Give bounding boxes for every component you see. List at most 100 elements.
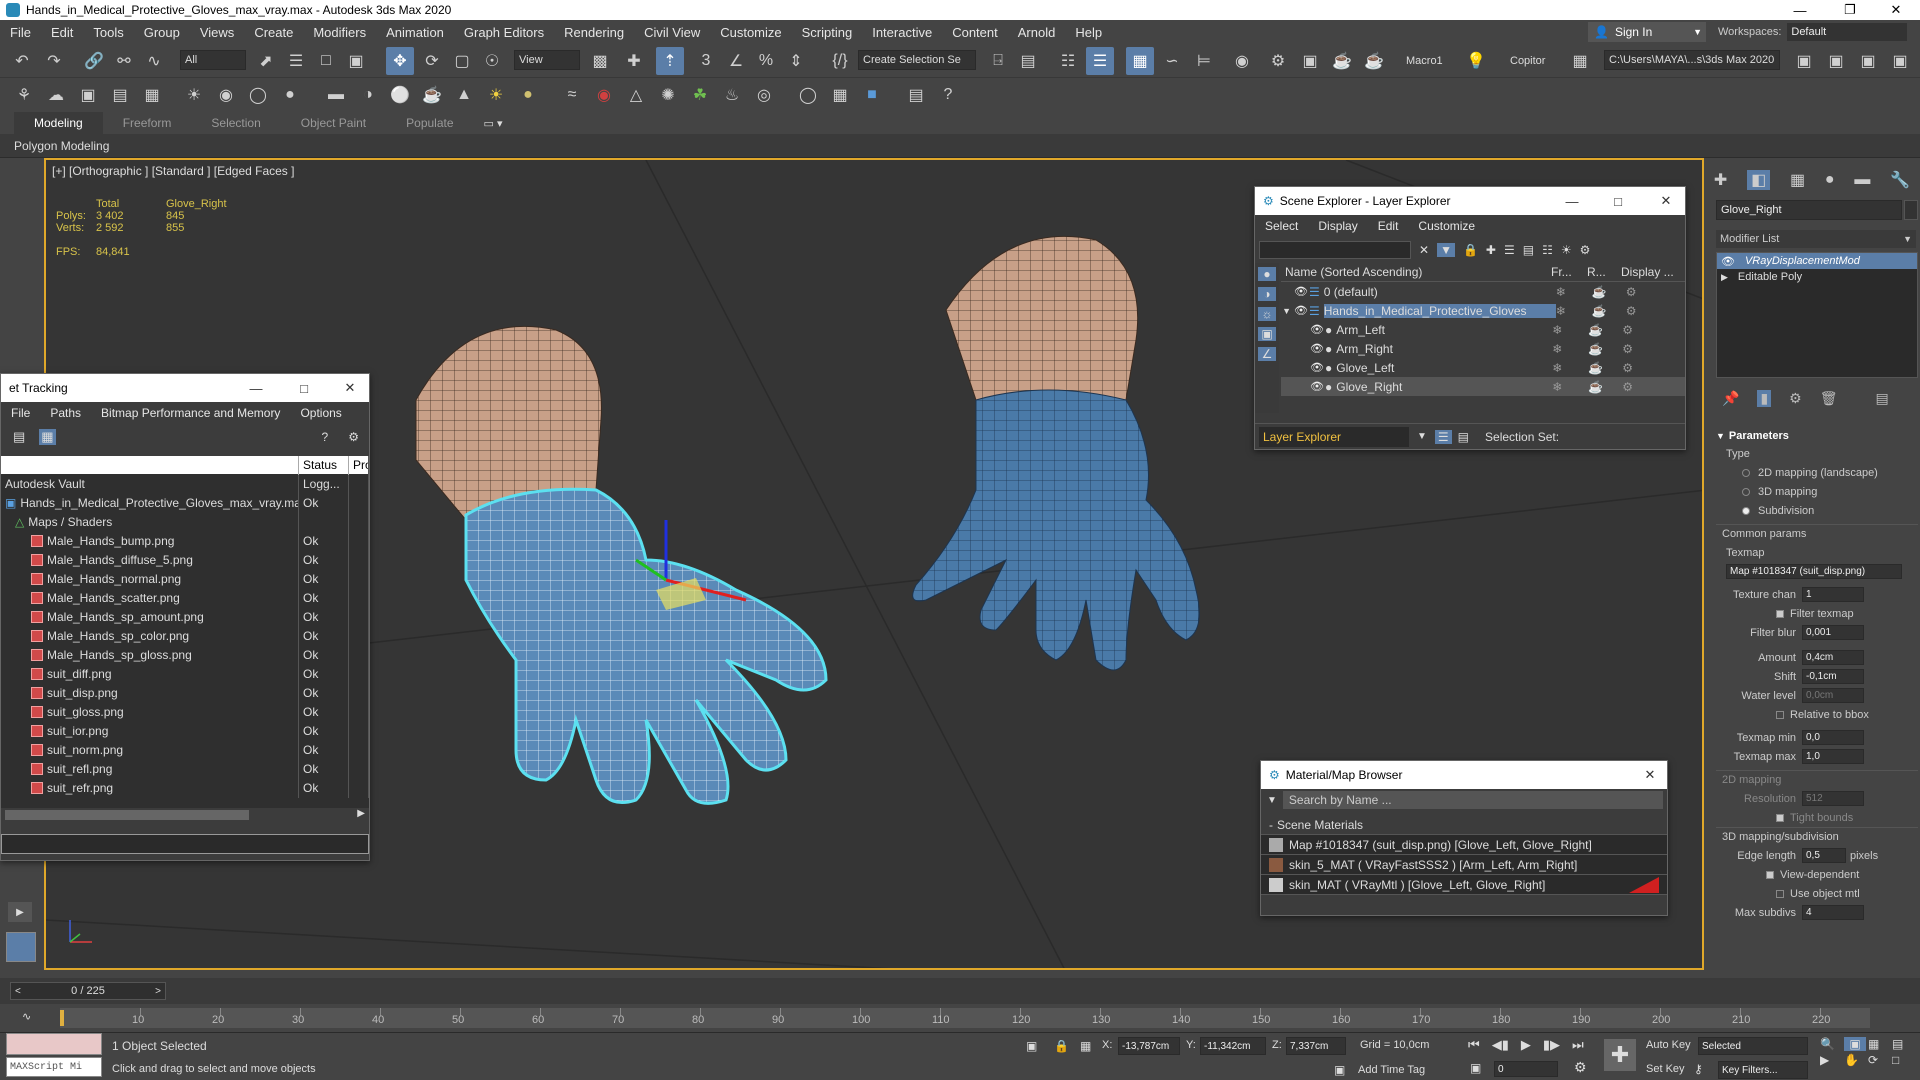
display-geometry-icon[interactable]: ◑: [1258, 287, 1276, 301]
isolate-icon[interactable]: ▣: [1026, 1039, 1037, 1053]
collapse-icon[interactable]: -: [1269, 818, 1273, 832]
workspaces-dropdown[interactable]: Default: [1787, 23, 1908, 41]
maps-group-row[interactable]: △ Maps / Shaders: [1, 512, 369, 532]
maxscript-listener[interactable]: [6, 1033, 102, 1055]
freeze-toggle-icon[interactable]: ❄: [1556, 285, 1592, 299]
ribbon-tab[interactable]: Object Paint: [281, 112, 386, 134]
project-path-dropdown[interactable]: C:\Users\MAYA\...s\3ds Max 2020: [1604, 50, 1780, 70]
teapot-icon[interactable]: ☕: [418, 81, 446, 109]
volume-icon[interactable]: ◎: [750, 81, 778, 109]
lock-icon[interactable]: 🔒: [1463, 243, 1478, 257]
restore-icon[interactable]: ❐: [1830, 0, 1870, 20]
menu-item[interactable]: Scripting: [792, 25, 863, 40]
filter-texmap-checkbox[interactable]: [1776, 609, 1784, 618]
link-icon[interactable]: 🔗: [80, 47, 108, 75]
proxy-icon[interactable]: △: [622, 81, 650, 109]
grid-icon[interactable]: ▦: [138, 81, 166, 109]
glove-right-mesh[interactable]: [464, 487, 828, 805]
max-subdivs-spinner[interactable]: 4: [1802, 905, 1864, 920]
type-option[interactable]: 3D mapping: [1716, 482, 1918, 501]
display-toggle-icon[interactable]: ⚙: [1626, 285, 1637, 299]
modify-tab-icon[interactable]: ◧: [1747, 170, 1771, 190]
y-coordinate-field[interactable]: -11,342cm: [1200, 1037, 1266, 1055]
current-frame-field[interactable]: 0: [1494, 1061, 1558, 1077]
env-fog-icon[interactable]: ♨: [718, 81, 746, 109]
eye-icon[interactable]: 👁: [1309, 380, 1325, 393]
help-icon[interactable]: ?: [934, 81, 962, 109]
time-tag-icon[interactable]: ▣: [1334, 1063, 1345, 1077]
expand-arrow-icon[interactable]: ▼: [1281, 306, 1293, 316]
explorer-type-dropdown[interactable]: Layer Explorer: [1259, 426, 1409, 447]
display-lights-icon[interactable]: ☼: [1258, 307, 1276, 321]
zoom-extents-icon[interactable]: ▦: [1868, 1037, 1890, 1051]
stack-item-editable-poly[interactable]: ▶ Editable Poly: [1717, 269, 1917, 285]
asset-file-row[interactable]: suit_norm.png Ok: [1, 740, 369, 760]
freeze-toggle-icon[interactable]: ❄: [1552, 323, 1588, 337]
render-toggle-icon[interactable]: ☕: [1588, 380, 1622, 394]
asset-menu-item[interactable]: File: [1, 406, 40, 420]
eye-icon[interactable]: 👁: [1309, 342, 1325, 355]
material-search-input[interactable]: Search by Name ...: [1282, 791, 1663, 809]
asset-file-row[interactable]: Male_Hands_normal.png Ok: [1, 569, 369, 589]
display-toggle-icon[interactable]: ⚙: [1622, 342, 1633, 356]
render-setup-icon[interactable]: ⚙: [1264, 47, 1292, 75]
auto-key-button[interactable]: Auto Key: [1646, 1039, 1691, 1051]
time-config-icon[interactable]: ⚙: [1574, 1059, 1587, 1076]
add-time-tag-label[interactable]: Add Time Tag: [1358, 1064, 1425, 1076]
material-item[interactable]: skin_5_MAT ( VRayFastSSS2 ) [Arm_Left, A…: [1261, 855, 1667, 875]
redo-icon[interactable]: ↷: [40, 47, 68, 75]
asset-menu-item[interactable]: Options: [290, 406, 351, 420]
ribbon-toggle-icon[interactable]: ▦: [1126, 47, 1154, 75]
menu-item[interactable]: Content: [942, 25, 1008, 40]
time-slider-thumb[interactable]: < 0 / 225 >: [10, 982, 166, 1000]
filter-icon[interactable]: ▼: [1437, 243, 1455, 257]
orbit-icon[interactable]: ⟳: [1868, 1053, 1890, 1067]
vault-row[interactable]: Autodesk Vault Logg...: [1, 474, 369, 494]
shift-spinner[interactable]: -0,1cm: [1802, 669, 1864, 684]
arm-right-mesh[interactable]: [945, 235, 1139, 406]
manipulate-icon[interactable]: ✚: [620, 47, 648, 75]
asset-file-row[interactable]: Male_Hands_sp_color.png Ok: [1, 626, 369, 646]
material-editor-icon[interactable]: ◉: [1228, 47, 1256, 75]
rendered-frame-icon[interactable]: ▣: [1296, 47, 1324, 75]
render-toggle-icon[interactable]: ☕: [1592, 285, 1626, 299]
image-icon[interactable]: ▣: [74, 81, 102, 109]
display-tab-icon[interactable]: ▬: [1854, 171, 1870, 189]
ribbon-tab[interactable]: Selection: [191, 112, 280, 134]
explorer-menu-item[interactable]: Edit: [1368, 219, 1409, 233]
explorer-menu-item[interactable]: Customize: [1408, 219, 1485, 233]
explorer-menu-item[interactable]: Display: [1308, 219, 1367, 233]
expand-icon[interactable]: ▶: [1721, 272, 1728, 283]
material-browser-title-bar[interactable]: ⚙ Material/Map Browser ✕: [1261, 761, 1667, 789]
fov-icon[interactable]: ▶: [1820, 1053, 1842, 1067]
add-layer-icon[interactable]: ✚: [1486, 243, 1496, 257]
view-dependent-checkbox[interactable]: [1766, 870, 1774, 879]
layer-row[interactable]: 👁 ☰ 0 (default) ❄ ☕ ⚙: [1281, 282, 1685, 301]
track-bar-ruler[interactable]: 10 20 30 40 50 60 70 80 90 100 110 120 130 140 150 160 1…: [60, 1008, 1870, 1028]
render-toggle-icon[interactable]: ☕: [1592, 304, 1626, 318]
minimize-icon[interactable]: —: [1555, 187, 1589, 215]
create-tab-icon[interactable]: ✚: [1714, 170, 1727, 190]
layer-row[interactable]: 👁 ● Glove_Left ❄ ☕ ⚙: [1281, 358, 1685, 377]
asset-file-row[interactable]: suit_ior.png Ok: [1, 721, 369, 741]
spinner-snap-icon[interactable]: ⇕: [782, 47, 810, 75]
menu-item[interactable]: Arnold: [1008, 25, 1066, 40]
maximize-icon[interactable]: □: [287, 374, 321, 402]
absolute-mode-icon[interactable]: ▦: [1080, 1039, 1091, 1053]
eye-icon[interactable]: 👁: [1293, 304, 1309, 317]
menu-item[interactable]: Edit: [41, 25, 83, 40]
decal-icon[interactable]: ✺: [654, 81, 682, 109]
pivot-center-icon[interactable]: ▩: [586, 47, 614, 75]
menu-item[interactable]: Help: [1065, 25, 1112, 40]
select-object-icon[interactable]: ⬈: [252, 47, 280, 75]
maxscript-mini-listener[interactable]: MAXScript Mi: [6, 1057, 102, 1077]
window-crossing-icon[interactable]: ▣: [342, 47, 370, 75]
render-toggle-icon[interactable]: ☕: [1588, 323, 1622, 337]
horizontal-scrollbar[interactable]: ▶: [1, 808, 369, 822]
previous-frame-icon[interactable]: ◀▮: [1492, 1037, 1509, 1053]
display-cameras-icon[interactable]: ▣: [1258, 327, 1276, 341]
utilities-tab-icon[interactable]: 🔧: [1890, 170, 1910, 190]
ribbon-panel-label[interactable]: Polygon Modeling: [14, 139, 109, 153]
layer-row[interactable]: 👁 ● Arm_Left ❄ ☕ ⚙: [1281, 320, 1685, 339]
options-icon[interactable]: ⚙: [348, 430, 359, 444]
